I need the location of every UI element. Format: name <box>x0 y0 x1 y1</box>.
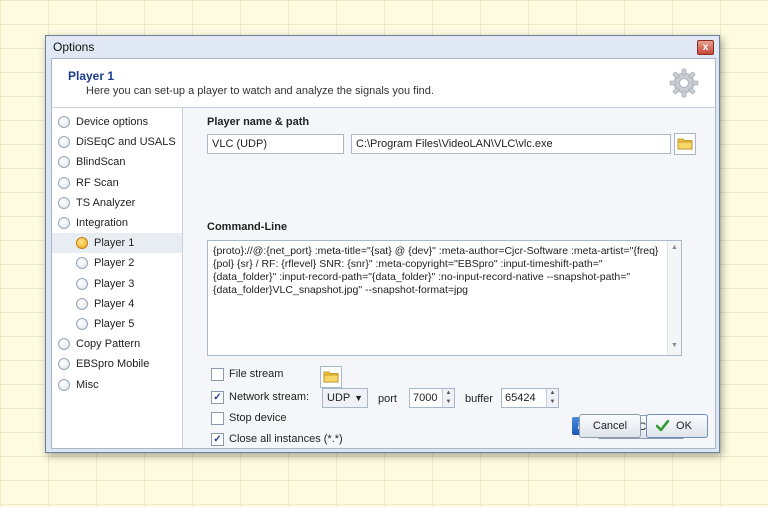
network-stream-checkbox[interactable]: ✓ <box>211 391 224 404</box>
radio-icon[interactable] <box>58 136 70 149</box>
sidebar-item[interactable]: Device options <box>58 112 176 132</box>
protocol-value: UDP <box>327 392 351 404</box>
scroll-up-icon[interactable]: ▲ <box>671 244 678 251</box>
radio-icon[interactable] <box>58 196 70 209</box>
radio-icon[interactable] <box>58 116 70 128</box>
sidebar-item[interactable]: Player 4 <box>76 294 176 314</box>
buffer-down-icon[interactable]: ▼ <box>547 398 558 407</box>
sidebar-item-label: Copy Pattern <box>76 338 141 351</box>
radio-icon[interactable] <box>58 156 70 169</box>
sidebar-item-label: Player 3 <box>94 277 135 290</box>
folder-icon <box>323 371 339 383</box>
dialog-header: Player 1 Here you can set-up a player to… <box>52 59 715 108</box>
sidebar-item-label: Misc <box>76 378 99 391</box>
port-up-icon[interactable]: ▲ <box>443 389 454 398</box>
sidebar-item[interactable]: BlindScan <box>58 152 176 172</box>
ok-label: OK <box>676 420 692 432</box>
sidebar-item[interactable]: EBSpro Mobile <box>58 354 176 374</box>
radio-icon[interactable] <box>76 297 88 310</box>
buffer-value: 65424 <box>505 392 536 404</box>
player-name-field[interactable]: VLC (UDP) <box>207 134 344 154</box>
scroll-down-icon[interactable]: ▼ <box>671 342 678 349</box>
command-line-text: {proto}://@:{net_port} :meta-title="{sat… <box>213 245 659 296</box>
sidebar-item[interactable]: Player 2 <box>76 253 176 273</box>
port-value: 7000 <box>413 392 438 404</box>
cancel-label: Cancel <box>592 420 628 432</box>
close-all-label: Close all instances (*.*) <box>229 433 343 445</box>
radio-icon[interactable] <box>76 277 88 290</box>
radio-icon[interactable] <box>58 358 70 371</box>
buffer-up-icon[interactable]: ▲ <box>547 389 558 398</box>
port-down-icon[interactable]: ▼ <box>443 398 454 407</box>
sidebar-item-label: RF Scan <box>76 176 119 189</box>
chevron-down-icon: ▼ <box>354 393 363 403</box>
port-spin-buttons[interactable]: ▲ ▼ <box>442 389 454 407</box>
file-stream-label: File stream <box>229 368 284 380</box>
dialog-client: Player 1 Here you can set-up a player to… <box>51 58 716 449</box>
file-stream-checkbox[interactable] <box>211 368 224 381</box>
command-scrollbar[interactable]: ▲ ▼ <box>667 241 681 355</box>
close-button[interactable]: x <box>697 40 714 55</box>
sidebar-item-label: Player 4 <box>94 297 135 310</box>
sidebar-item[interactable]: RF Scan <box>58 173 176 193</box>
sidebar-item[interactable]: Misc <box>58 375 176 395</box>
radio-icon[interactable] <box>58 217 70 229</box>
sidebar-item-label: BlindScan <box>76 156 126 169</box>
stop-device-checkbox[interactable] <box>211 412 224 425</box>
sidebar-item-label: EBSpro Mobile <box>76 358 150 371</box>
player-section-label: Player name & path <box>207 116 310 128</box>
check-mark-icon <box>656 420 669 432</box>
sidebar-item-label: Player 5 <box>94 318 135 330</box>
protocol-select[interactable]: UDP ▼ <box>322 388 368 408</box>
gear-icon <box>669 68 699 98</box>
sidebar-item[interactable]: Integration <box>58 213 176 233</box>
sidebar-item[interactable]: TS Analyzer <box>58 193 176 213</box>
player-settings-panel: Player name & path VLC (UDP) C:\Program … <box>183 108 715 448</box>
radio-icon[interactable] <box>58 176 70 189</box>
command-line-label: Command-Line <box>207 221 288 233</box>
radio-icon[interactable] <box>58 338 70 351</box>
options-window: Options x Player 1 Here you can set-up a… <box>45 35 720 453</box>
stop-device-label: Stop device <box>229 412 287 424</box>
radio-icon[interactable] <box>76 318 88 330</box>
port-label: port <box>378 393 397 405</box>
sidebar-item[interactable]: Player 5 <box>76 314 176 334</box>
browse-file-stream-button[interactable] <box>320 366 342 388</box>
sidebar-item-label: DiSEqC and USALS <box>76 136 176 149</box>
folder-icon <box>677 138 693 150</box>
command-line-textarea[interactable]: {proto}://@:{net_port} :meta-title="{sat… <box>207 240 682 356</box>
page-title: Player 1 <box>68 69 115 83</box>
radio-selected-icon[interactable] <box>76 237 88 250</box>
options-sidebar: Device options DiSEqC and USALS BlindScan R… <box>52 108 183 448</box>
port-stepper[interactable]: 7000 ▲ ▼ <box>409 388 455 408</box>
sidebar-item[interactable]: Player 1 <box>52 233 182 254</box>
ok-button[interactable]: OK <box>646 414 708 438</box>
page-subtitle: Here you can set-up a player to watch an… <box>86 85 434 97</box>
player-path-field[interactable]: C:\Program Files\VideoLAN\VLC\vlc.exe <box>351 134 671 154</box>
browse-path-button[interactable] <box>674 133 696 155</box>
sidebar-item-label: TS Analyzer <box>76 196 136 209</box>
sidebar-item-label: Player 2 <box>94 257 135 270</box>
sidebar-item[interactable]: Player 3 <box>76 274 176 294</box>
close-all-checkbox[interactable]: ✓ <box>211 433 224 446</box>
radio-icon[interactable] <box>76 257 88 270</box>
title-bar[interactable]: Options x <box>46 36 719 58</box>
buffer-label: buffer <box>465 393 493 405</box>
sidebar-item[interactable]: DiSEqC and USALS <box>58 132 176 152</box>
window-title: Options <box>53 40 95 54</box>
sidebar-item-label: Player 1 <box>94 237 135 250</box>
network-stream-label: Network stream: <box>229 391 310 403</box>
buffer-spin-buttons[interactable]: ▲ ▼ <box>546 389 558 407</box>
buffer-stepper[interactable]: 65424 ▲ ▼ <box>501 388 559 408</box>
sidebar-item-label: Device options <box>76 116 149 128</box>
sidebar-item[interactable]: Copy Pattern <box>58 334 176 354</box>
cancel-button[interactable]: Cancel <box>579 414 641 438</box>
sidebar-item-label: Integration <box>76 217 128 229</box>
radio-icon[interactable] <box>58 378 70 391</box>
